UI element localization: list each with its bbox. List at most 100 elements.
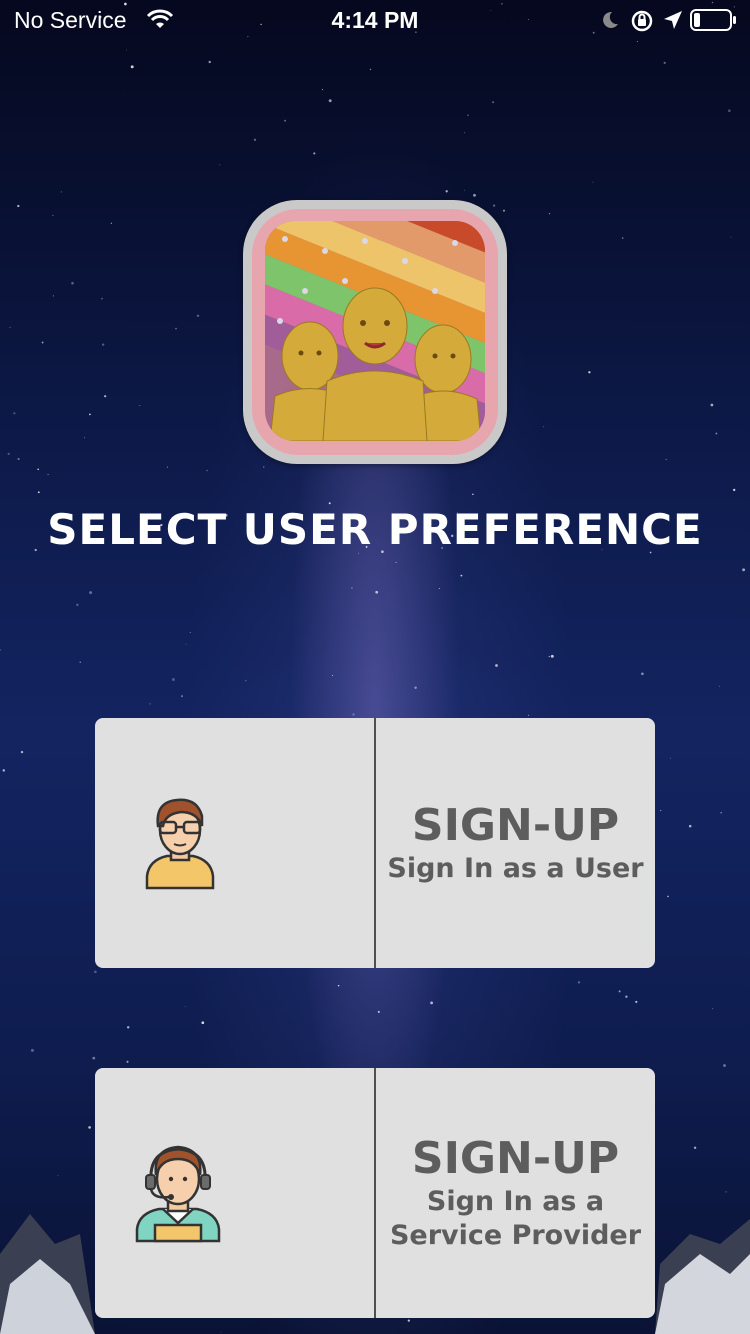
- star: [166, 466, 169, 468]
- star: [548, 655, 550, 658]
- star: [375, 590, 379, 594]
- star: [92, 1056, 96, 1060]
- star: [430, 1001, 433, 1005]
- star: [52, 214, 54, 216]
- star: [321, 89, 324, 91]
- star: [20, 750, 24, 754]
- star: [641, 672, 644, 676]
- star: [89, 591, 93, 595]
- star: [180, 695, 184, 698]
- star: [577, 981, 581, 984]
- app-logo: [243, 200, 507, 464]
- star: [592, 181, 594, 183]
- star: [219, 164, 221, 166]
- star: [636, 41, 638, 43]
- support-agent-avatar-icon: [135, 1143, 221, 1247]
- star: [196, 314, 200, 318]
- star: [369, 68, 372, 71]
- sign-up-title: SIGN-UP: [411, 1133, 620, 1184]
- star: [30, 1048, 34, 1052]
- star: [284, 119, 287, 122]
- star: [89, 413, 91, 416]
- star: [621, 237, 624, 239]
- star: [663, 61, 666, 65]
- star: [492, 204, 496, 207]
- star: [712, 1008, 714, 1010]
- star: [331, 675, 333, 676]
- star: [635, 1000, 638, 1003]
- star: [715, 432, 718, 435]
- sign-up-title: SIGN-UP: [411, 800, 620, 851]
- star: [130, 65, 134, 69]
- star: [263, 466, 265, 468]
- star: [527, 714, 529, 716]
- star: [88, 1126, 91, 1129]
- star: [189, 632, 191, 633]
- star: [688, 824, 692, 828]
- star: [2, 769, 6, 772]
- star: [723, 1064, 726, 1067]
- app-logo-artwork: [265, 221, 485, 441]
- star: [377, 1010, 380, 1013]
- sign-up-subtitle-line: Sign In as a User: [387, 853, 644, 884]
- star: [206, 469, 208, 472]
- star: [245, 680, 247, 682]
- star: [0, 649, 1, 651]
- star: [17, 457, 20, 461]
- star: [460, 574, 463, 577]
- sign-up-service-provider-button[interactable]: SIGN-UP Sign In as a Service Provider: [95, 1068, 655, 1318]
- star: [126, 49, 127, 51]
- star: [719, 685, 721, 687]
- star: [733, 488, 736, 492]
- star: [472, 493, 474, 496]
- star: [352, 713, 355, 716]
- sign-up-user-button[interactable]: SIGN-UP Sign In as a User: [95, 718, 655, 968]
- sign-up-user-label: SIGN-UP Sign In as a User: [376, 718, 655, 968]
- star: [730, 236, 732, 238]
- star: [543, 426, 545, 428]
- star: [328, 99, 332, 103]
- star: [550, 654, 554, 658]
- star: [184, 1005, 186, 1008]
- star: [495, 664, 498, 667]
- star: [414, 686, 417, 689]
- star: [502, 209, 506, 212]
- star: [667, 895, 669, 898]
- star: [473, 193, 476, 197]
- star: [139, 405, 141, 407]
- star: [464, 189, 466, 191]
- do-not-disturb-icon: [600, 10, 620, 35]
- star: [126, 1060, 129, 1063]
- star: [149, 703, 151, 705]
- star: [94, 970, 97, 974]
- star: [351, 587, 353, 589]
- star: [185, 643, 187, 645]
- star: [208, 60, 211, 64]
- star: [76, 603, 79, 607]
- star: [618, 990, 621, 993]
- star: [37, 491, 40, 494]
- star: [101, 297, 103, 300]
- star: [710, 403, 714, 407]
- star: [492, 101, 495, 104]
- star: [71, 281, 74, 285]
- star: [665, 458, 667, 461]
- sign-up-subtitle-line: Sign In as a: [426, 1186, 605, 1217]
- star: [60, 191, 62, 193]
- star: [104, 395, 107, 398]
- star: [588, 371, 591, 374]
- star: [464, 132, 466, 134]
- battery-icon: [690, 8, 738, 37]
- star: [467, 114, 469, 117]
- star: [328, 502, 331, 505]
- sign-up-service-provider-label: SIGN-UP Sign In as a Service Provider: [376, 1068, 655, 1318]
- star: [660, 810, 662, 812]
- location-arrow-icon: [662, 9, 684, 36]
- star: [110, 222, 113, 224]
- star: [9, 326, 11, 328]
- star: [17, 204, 20, 208]
- star: [253, 138, 257, 141]
- star: [171, 678, 175, 681]
- user-avatar-icon: [145, 796, 215, 894]
- star: [438, 588, 440, 589]
